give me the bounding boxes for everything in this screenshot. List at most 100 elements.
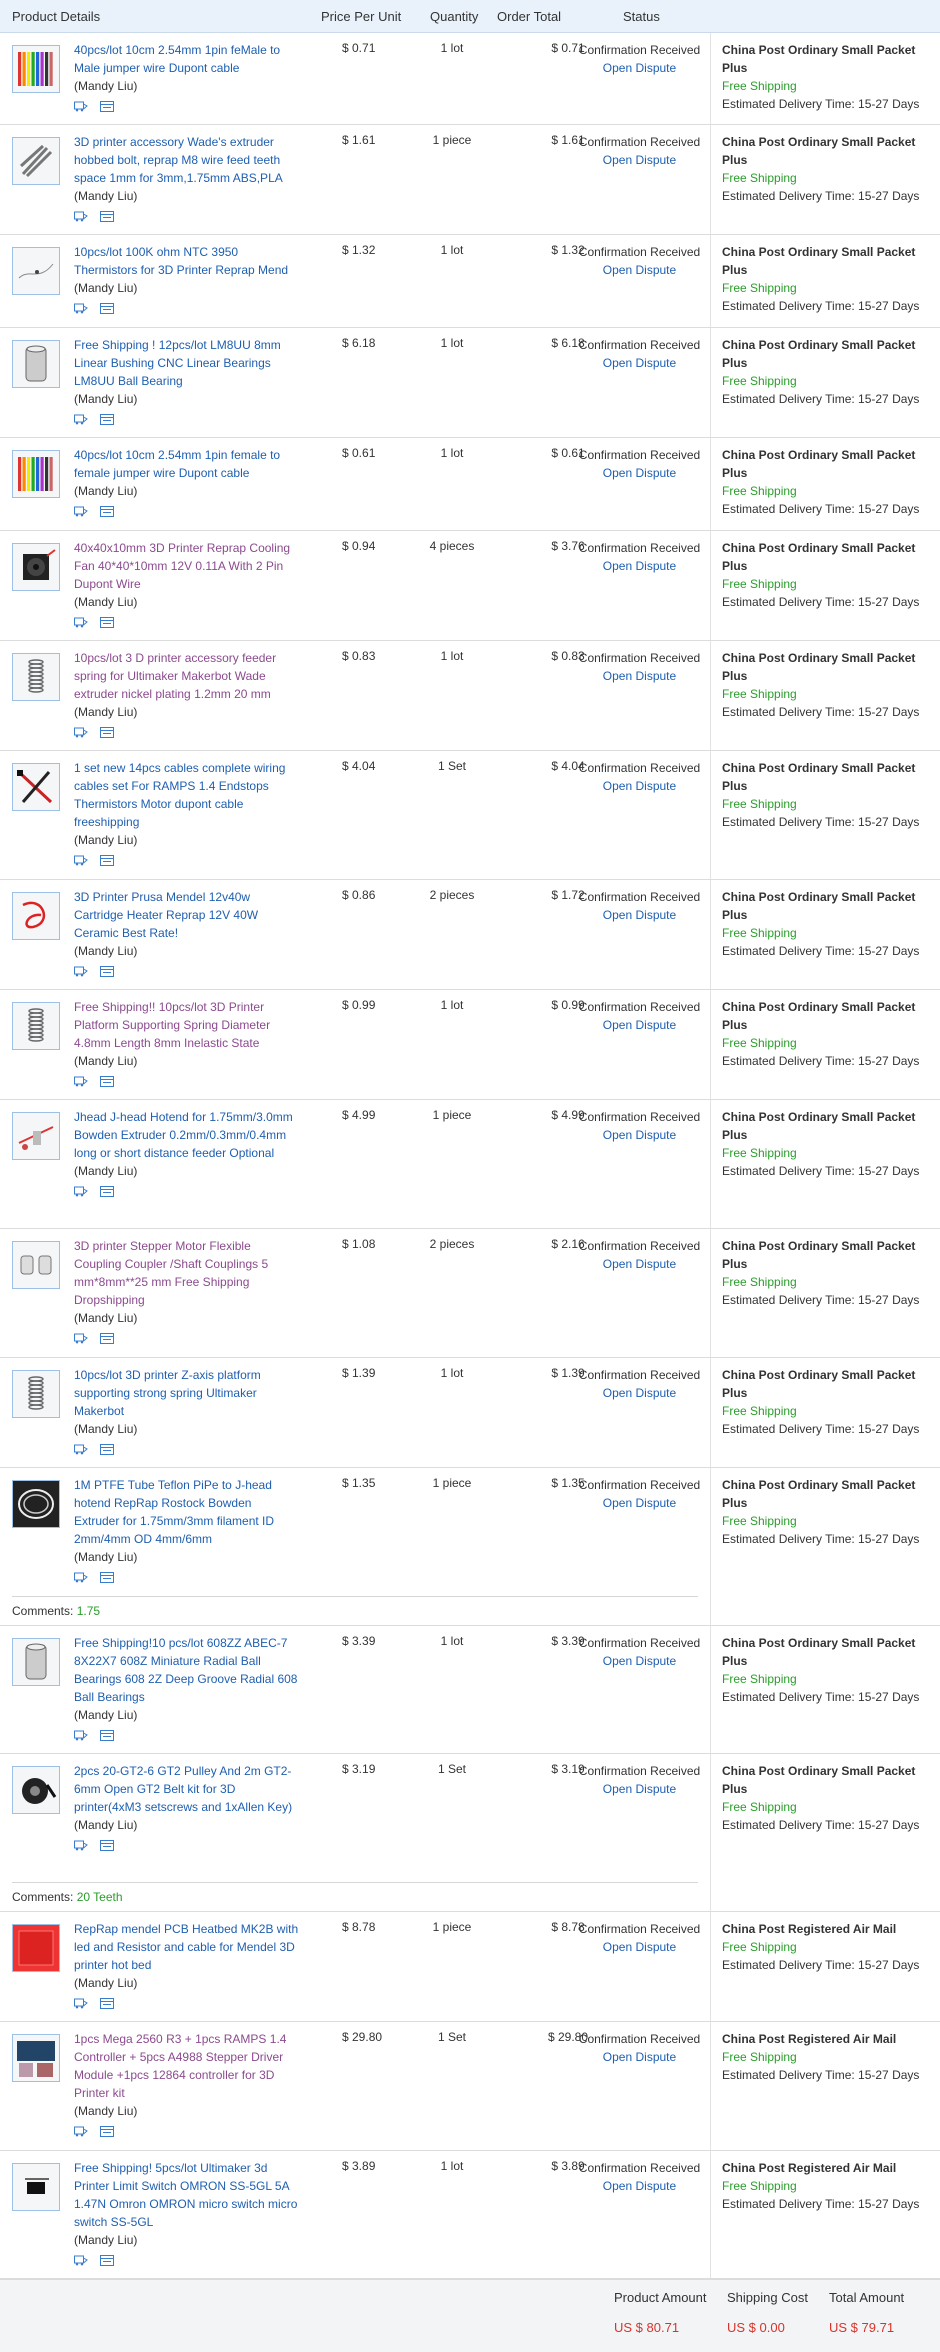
product-thumbnail[interactable]	[12, 1480, 60, 1528]
product-title-link[interactable]: 10pcs/lot 100K ohm NTC 3950 Thermistors …	[74, 245, 288, 277]
product-title-link[interactable]: 40x40x10mm 3D Printer Reprap Cooling Fan…	[74, 541, 290, 591]
shipment-tracking-icon[interactable]	[74, 853, 100, 867]
product-title-link[interactable]: 1M PTFE Tube Teflon PiPe to J-head hoten…	[74, 1478, 274, 1546]
open-dispute-link[interactable]: Open Dispute	[562, 151, 717, 169]
shipment-tracking-icon[interactable]	[74, 1074, 100, 1088]
product-thumbnail[interactable]	[12, 1766, 60, 1814]
product-title-link[interactable]: 10pcs/lot 3 D printer accessory feeder s…	[74, 651, 276, 701]
shipment-tracking-icon[interactable]	[74, 1728, 100, 1742]
product-title-link[interactable]: Free Shipping! 5pcs/lot Ultimaker 3d Pri…	[74, 2161, 297, 2229]
product-title-link[interactable]: Jhead J-head Hotend for 1.75mm/3.0mm Bow…	[74, 1110, 293, 1160]
product-thumbnail[interactable]	[12, 763, 60, 811]
product-title-link[interactable]: Free Shipping!10 pcs/lot 608ZZ ABEC-7 8X…	[74, 1636, 297, 1704]
order-snapshot-icon[interactable]	[100, 1331, 126, 1345]
shipment-tracking-icon[interactable]	[74, 504, 100, 518]
order-snapshot-icon[interactable]	[100, 504, 126, 518]
shipment-tracking-icon[interactable]	[74, 99, 100, 113]
shipment-tracking-icon[interactable]	[74, 1331, 100, 1345]
shipment-tracking-icon[interactable]	[74, 725, 100, 739]
shipment-tracking-icon[interactable]	[74, 615, 100, 629]
product-title-link[interactable]: 40pcs/lot 10cm 2.54mm 1pin feMale to Mal…	[74, 43, 280, 75]
order-snapshot-icon[interactable]	[100, 615, 126, 629]
shipment-tracking-icon[interactable]	[74, 1838, 100, 1852]
open-dispute-link[interactable]: Open Dispute	[562, 59, 717, 77]
delivery-time: Estimated Delivery Time: 15-27 Days	[722, 1958, 920, 1972]
open-dispute-link[interactable]: Open Dispute	[562, 557, 717, 575]
order-snapshot-icon[interactable]	[100, 725, 126, 739]
open-dispute-link[interactable]: Open Dispute	[562, 1255, 717, 1273]
product-title-link[interactable]: 3D printer Stepper Motor Flexible Coupli…	[74, 1239, 268, 1307]
shipment-tracking-icon[interactable]	[74, 1996, 100, 2010]
order-snapshot-icon[interactable]	[100, 301, 126, 315]
open-dispute-link[interactable]: Open Dispute	[562, 1126, 717, 1144]
open-dispute-link[interactable]: Open Dispute	[562, 2048, 717, 2066]
quantity: 1 piece	[432, 1476, 472, 1490]
product-title-link[interactable]: 3D printer accessory Wade's extruder hob…	[74, 135, 283, 185]
open-dispute-link[interactable]: Open Dispute	[562, 2177, 717, 2195]
open-dispute-link[interactable]: Open Dispute	[562, 1494, 717, 1512]
shipment-tracking-icon[interactable]	[74, 2253, 100, 2267]
open-dispute-link[interactable]: Open Dispute	[562, 1384, 717, 1402]
order-snapshot-icon[interactable]	[100, 2124, 126, 2138]
delivery-time: Estimated Delivery Time: 15-27 Days	[722, 1422, 920, 1436]
shipment-tracking-icon[interactable]	[74, 2124, 100, 2138]
order-snapshot-icon[interactable]	[100, 412, 126, 426]
product-title-link[interactable]: Free Shipping ! 12pcs/lot LM8UU 8mm Line…	[74, 338, 281, 388]
open-dispute-link[interactable]: Open Dispute	[562, 354, 717, 372]
product-thumbnail[interactable]	[12, 340, 60, 388]
order-snapshot-icon[interactable]	[100, 1838, 126, 1852]
open-dispute-link[interactable]: Open Dispute	[562, 777, 717, 795]
shipment-tracking-icon[interactable]	[74, 1442, 100, 1456]
product-thumbnail[interactable]	[12, 2163, 60, 2211]
product-thumbnail[interactable]	[12, 653, 60, 701]
product-title-link[interactable]: RepRap mendel PCB Heatbed MK2B with led …	[74, 1922, 298, 1972]
order-snapshot-icon[interactable]	[100, 1074, 126, 1088]
product-thumbnail[interactable]	[12, 247, 60, 295]
product-thumbnail[interactable]	[12, 1112, 60, 1160]
product-thumbnail[interactable]	[12, 1638, 60, 1686]
product-title-link[interactable]: 10pcs/lot 3D printer Z-axis platform sup…	[74, 1368, 261, 1418]
delivery-time: Estimated Delivery Time: 15-27 Days	[722, 299, 920, 313]
open-dispute-link[interactable]: Open Dispute	[562, 1652, 717, 1670]
product-title-link[interactable]: 1pcs Mega 2560 R3 + 1pcs RAMPS 1.4 Contr…	[74, 2032, 286, 2100]
order-snapshot-icon[interactable]	[100, 1570, 126, 1584]
shipment-tracking-icon[interactable]	[74, 1570, 100, 1584]
open-dispute-link[interactable]: Open Dispute	[562, 667, 717, 685]
product-thumbnail[interactable]	[12, 2034, 60, 2082]
product-thumbnail[interactable]	[12, 1370, 60, 1418]
order-snapshot-icon[interactable]	[100, 1442, 126, 1456]
order-snapshot-icon[interactable]	[100, 99, 126, 113]
shipment-tracking-icon[interactable]	[74, 209, 100, 223]
open-dispute-link[interactable]: Open Dispute	[562, 906, 717, 924]
order-snapshot-icon[interactable]	[100, 1996, 126, 2010]
open-dispute-link[interactable]: Open Dispute	[562, 464, 717, 482]
product-thumbnail[interactable]	[12, 1002, 60, 1050]
product-title-link[interactable]: Free Shipping!! 10pcs/lot 3D Printer Pla…	[74, 1000, 270, 1050]
order-snapshot-icon[interactable]	[100, 1184, 126, 1198]
shipment-tracking-icon[interactable]	[74, 964, 100, 978]
product-thumbnail[interactable]	[12, 450, 60, 498]
open-dispute-link[interactable]: Open Dispute	[562, 1780, 717, 1798]
order-snapshot-icon[interactable]	[100, 964, 126, 978]
order-snapshot-icon[interactable]	[100, 209, 126, 223]
product-title-link[interactable]: 40pcs/lot 10cm 2.54mm 1pin female to fem…	[74, 448, 280, 480]
shipment-tracking-icon[interactable]	[74, 1184, 100, 1198]
product-thumbnail[interactable]	[12, 137, 60, 185]
order-snapshot-icon[interactable]	[100, 1728, 126, 1742]
open-dispute-link[interactable]: Open Dispute	[562, 1938, 717, 1956]
order-snapshot-icon[interactable]	[100, 853, 126, 867]
open-dispute-link[interactable]: Open Dispute	[562, 261, 717, 279]
shipment-tracking-icon[interactable]	[74, 412, 100, 426]
open-dispute-link[interactable]: Open Dispute	[562, 1016, 717, 1034]
product-thumbnail[interactable]	[12, 892, 60, 940]
product-title-link[interactable]: 3D Printer Prusa Mendel 12v40w Cartridge…	[74, 890, 258, 940]
product-title-link[interactable]: 1 set new 14pcs cables complete wiring c…	[74, 761, 285, 829]
shipping-info: China Post Ordinary Small Packet Plus Fre…	[710, 1626, 940, 1753]
product-title-link[interactable]: 2pcs 20-GT2-6 GT2 Pulley And 2m GT2-6mm …	[74, 1764, 292, 1814]
order-snapshot-icon[interactable]	[100, 2253, 126, 2267]
product-thumbnail[interactable]	[12, 543, 60, 591]
product-thumbnail[interactable]	[12, 45, 60, 93]
product-thumbnail[interactable]	[12, 1241, 60, 1289]
product-thumbnail[interactable]	[12, 1924, 60, 1972]
shipment-tracking-icon[interactable]	[74, 301, 100, 315]
